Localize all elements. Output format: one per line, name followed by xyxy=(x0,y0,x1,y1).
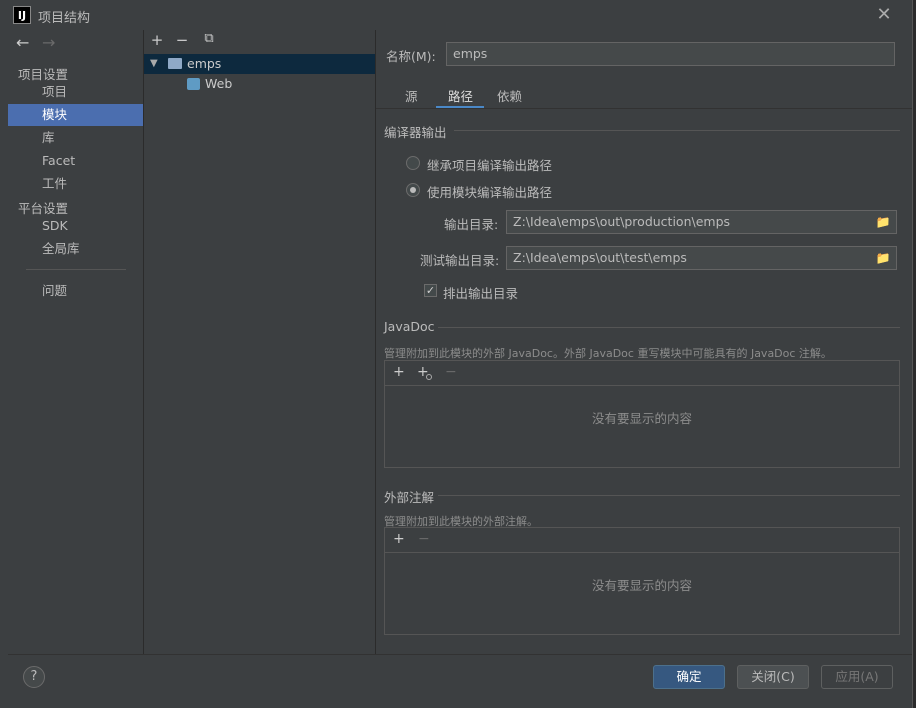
web-facet-icon xyxy=(187,78,200,90)
external-annotations-title: 外部注解 xyxy=(384,490,435,505)
javadoc-list[interactable]: + + − 没有要显示的内容 xyxy=(384,360,900,468)
forward-arrow-icon[interactable]: → xyxy=(42,33,55,52)
remove-icon: − xyxy=(445,364,457,380)
compiler-output-title: 编译器输出 xyxy=(384,125,447,140)
output-path-label: 输出目录: xyxy=(444,217,499,232)
module-tree-panel: + − ⧉ ▼ emps Web xyxy=(144,30,376,654)
nav-item-problems[interactable]: 问题 xyxy=(8,280,143,302)
module-folder-icon xyxy=(168,58,182,69)
exclude-output-label[interactable]: 排出输出目录 xyxy=(443,283,518,302)
browse-folder-icon[interactable]: 📁 xyxy=(872,211,894,233)
module-name-input[interactable]: emps xyxy=(446,42,895,66)
chevron-down-icon[interactable]: ▼ xyxy=(150,54,158,74)
remove-icon: − xyxy=(418,531,430,547)
nav-item-global-libraries[interactable]: 全局库 xyxy=(8,238,143,260)
external-annotations-divider xyxy=(438,495,900,496)
tree-node-label: emps xyxy=(187,56,222,71)
browse-folder-icon[interactable]: 📁 xyxy=(872,247,894,269)
output-path-value: Z:\Idea\emps\out\production\emps xyxy=(513,214,731,229)
nav-item-artifacts[interactable]: 工件 xyxy=(8,173,143,195)
tree-node-web[interactable]: Web xyxy=(144,74,375,94)
use-module-output-radio[interactable] xyxy=(406,183,420,197)
tab-dependencies[interactable]: 依赖 xyxy=(497,86,522,108)
test-output-path-value: Z:\Idea\emps\out\test\emps xyxy=(513,250,687,265)
tree-node-emps[interactable]: ▼ emps xyxy=(144,54,375,74)
test-output-path-label: 测试输出目录: xyxy=(420,253,500,268)
compiler-output-divider xyxy=(454,130,900,131)
nav-item-modules[interactable]: 模块 xyxy=(8,104,143,126)
dialog-title: 项目结构 xyxy=(38,11,91,26)
close-button[interactable]: 关闭(C) xyxy=(737,665,809,689)
radio-selected-dot xyxy=(410,187,416,193)
external-annotations-toolbar: + − xyxy=(385,528,899,553)
settings-nav: ← → 项目设置 项目 模块 库 Facet 工件 平台设置 SDK 全局库 问… xyxy=(8,30,144,654)
inherit-output-label[interactable]: 继承项目编译输出路径 xyxy=(427,155,552,174)
intellij-app-icon: IJ xyxy=(13,6,31,24)
use-module-output-label[interactable]: 使用模块编译输出路径 xyxy=(427,182,552,201)
nav-item-sdk[interactable]: SDK xyxy=(8,215,143,237)
javadoc-empty-text: 没有要显示的内容 xyxy=(591,411,692,426)
nav-item-facets[interactable]: Facet xyxy=(8,150,143,172)
dialog-window: IJ 项目结构 ✕ ← → 项目设置 项目 模块 库 Facet 工件 平台设置… xyxy=(0,0,913,708)
nav-divider xyxy=(26,269,126,270)
exclude-output-checkbox[interactable]: ✓ xyxy=(424,284,437,297)
add-icon[interactable]: + xyxy=(148,31,166,49)
title-bar: IJ 项目结构 ✕ xyxy=(0,0,912,30)
test-output-path-input[interactable]: Z:\Idea\emps\out\test\emps xyxy=(506,246,897,270)
add-icon[interactable]: + xyxy=(393,531,405,547)
nav-item-libraries[interactable]: 库 xyxy=(8,127,143,149)
javadoc-hint: 管理附加到此模块的外部 JavaDoc。外部 JavaDoc 重写模块中可能具有… xyxy=(384,347,832,360)
apply-button: 应用(A) xyxy=(821,665,893,689)
help-icon[interactable]: ? xyxy=(23,666,45,688)
javadoc-divider xyxy=(438,327,900,328)
tab-sources[interactable]: 源 xyxy=(405,86,418,108)
add-icon[interactable]: + xyxy=(393,364,405,380)
tabs-divider xyxy=(376,108,912,109)
nav-item-project[interactable]: 项目 xyxy=(8,81,143,103)
tree-node-label: Web xyxy=(205,76,233,91)
javadoc-title: JavaDoc xyxy=(384,319,435,334)
ok-button[interactable]: 确定 xyxy=(653,665,725,689)
output-path-input[interactable]: Z:\Idea\emps\out\production\emps xyxy=(506,210,897,234)
module-name-label: 名称(M): xyxy=(386,49,436,64)
external-annotations-empty-text: 没有要显示的内容 xyxy=(591,578,692,593)
javadoc-list-toolbar: + + − xyxy=(385,361,899,386)
inherit-output-radio[interactable] xyxy=(406,156,420,170)
close-icon[interactable]: ✕ xyxy=(873,4,895,26)
copy-icon[interactable]: ⧉ xyxy=(200,31,218,46)
globe-icon xyxy=(426,374,432,380)
external-annotations-list[interactable]: + − 没有要显示的内容 xyxy=(384,527,900,635)
tab-paths[interactable]: 路径 xyxy=(448,86,473,108)
back-arrow-icon[interactable]: ← xyxy=(16,33,29,52)
remove-icon[interactable]: − xyxy=(173,31,191,49)
